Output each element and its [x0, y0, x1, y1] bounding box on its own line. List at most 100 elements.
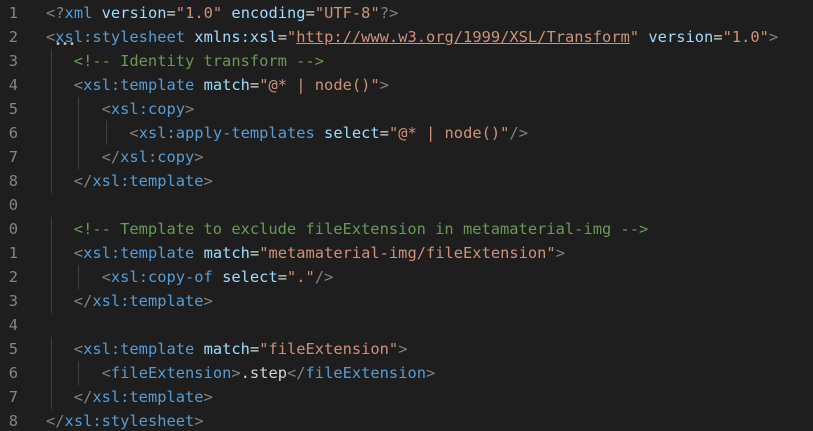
code-line[interactable]: 0 <!-- Template to exclude fileExtension …	[0, 217, 813, 241]
token-punct: >	[768, 27, 779, 46]
token-str: "@* | node()"	[259, 75, 380, 94]
token-eq: =	[166, 3, 176, 22]
token-punct: <	[73, 243, 84, 262]
token-tag: xsl:stylesheet	[64, 411, 195, 430]
line-number: 7	[8, 147, 18, 166]
token-punct: />	[509, 123, 528, 142]
token-punct: >	[194, 147, 204, 166]
token-punct: <	[101, 267, 111, 286]
token-punct: >	[203, 387, 213, 406]
code-text: <?xml version="1.0" encoding="UTF-8"?>	[46, 1, 398, 25]
code-text: </xsl:template>	[74, 169, 213, 193]
token-tag: xsl:copy	[110, 99, 186, 118]
code-line[interactable]: 3 <!-- Identity transform -->	[0, 49, 813, 73]
token-eq: =	[249, 243, 260, 262]
line-number: 6	[8, 363, 18, 382]
token-eq: =	[249, 75, 260, 94]
token-str: "1.0"	[175, 3, 223, 22]
code-text: </xsl:template>	[74, 385, 213, 409]
folded-ellipsis-icon[interactable]: •••	[55, 40, 76, 50]
token-punct: >	[194, 411, 204, 430]
code-text: <fileExtension>.step</fileExtension>	[102, 361, 436, 385]
line-number: 4	[8, 315, 18, 334]
token-punct: </	[46, 411, 65, 430]
token-attr: xmlns:xsl	[194, 27, 278, 46]
token-punct: ?>	[379, 3, 399, 22]
code-line[interactable]: 1 <xsl:template match="metamaterial-img/f…	[0, 241, 813, 265]
line-number: 2	[8, 27, 18, 46]
token-str: "metamaterial-img/fileExtension"	[259, 243, 556, 262]
code-line[interactable]: 5 <xsl:template match="fileExtension">	[0, 337, 813, 361]
code-text: <xsl:template match="@* | node()">	[74, 73, 389, 97]
token-punct: >	[231, 363, 241, 382]
line-number: 7	[8, 387, 18, 406]
token-punct: <	[73, 339, 84, 358]
token-punct: </	[73, 387, 93, 406]
token-str: "."	[287, 267, 315, 286]
token-punct: <	[101, 99, 111, 118]
code-line[interactable]: 2 <xsl:copy-of select="."/>	[0, 265, 813, 289]
line-number: 1	[8, 243, 18, 262]
code-line[interactable]: 7 </xsl:template>	[0, 385, 813, 409]
code-text: </xsl:template>	[74, 289, 213, 313]
token-link[interactable]: http://www.w3.org/1999/XSL/Transform	[296, 28, 630, 46]
line-number: 3	[8, 291, 18, 310]
token-punct: />	[314, 267, 334, 286]
code-text: </xsl:stylesheet>	[46, 409, 204, 431]
token-eq: =	[277, 27, 287, 46]
token-tag: xsl:template	[92, 291, 204, 310]
token-punct: >	[185, 99, 195, 118]
code-line[interactable]: 4 <xsl:template match="@* | node()">	[0, 73, 813, 97]
token-str: "	[286, 27, 297, 46]
code-line[interactable]: 3 </xsl:template>	[0, 289, 813, 313]
code-line[interactable]: 6 <fileExtension>.step</fileExtension>	[0, 361, 813, 385]
token-tag: xsl:template	[83, 75, 195, 94]
token-eq: =	[713, 27, 723, 46]
code-line[interactable]: 2 <xsl:stylesheet xmlns:xsl="http://www.w…	[0, 25, 813, 49]
code-line[interactable]: 6 <xsl:apply-templates select="@* | node(…	[0, 121, 813, 145]
token-str: "	[629, 27, 640, 46]
line-number: 0	[8, 219, 18, 238]
line-number: 2	[8, 267, 18, 286]
token-tag: xsl:template	[83, 243, 195, 262]
code-line[interactable]: 8 </xsl:stylesheet>	[0, 409, 813, 431]
line-number: 1	[8, 3, 18, 22]
token-eq: =	[277, 267, 287, 286]
token-punct: >	[203, 291, 213, 310]
token-tag: xsl:template	[83, 339, 195, 358]
code-line[interactable]: 8 </xsl:template>	[0, 169, 813, 193]
token-punct: </	[73, 291, 93, 310]
token-text: .step	[240, 363, 287, 382]
token-str: "@* | node()"	[388, 123, 510, 142]
code-line[interactable]: 0	[0, 193, 813, 217]
token-punct: >	[426, 363, 436, 382]
code-text: </xsl:copy>	[102, 145, 204, 169]
token-punct: <	[101, 363, 111, 382]
token-attr: match	[203, 243, 250, 262]
token-comment: <!-- Template to exclude fileExtension i…	[73, 219, 649, 238]
code-line[interactable]: 7 </xsl:copy>	[0, 145, 813, 169]
token-str: "1.0"	[722, 27, 769, 46]
token-punct: >	[203, 171, 213, 190]
code-line[interactable]: 5 <xsl:copy>	[0, 97, 813, 121]
token-tag: xsl:apply-templates	[138, 123, 315, 142]
token-tag: xsl:template	[92, 387, 204, 406]
token-str: "fileExtension"	[259, 339, 399, 358]
code-line[interactable]: 1 <?xml version="1.0" encoding="UTF-8"?>	[0, 1, 813, 25]
line-number: 4	[8, 75, 18, 94]
token-punct: <	[129, 123, 139, 142]
code-text: <!-- Template to exclude fileExtension i…	[74, 217, 649, 241]
token-eq: =	[379, 123, 389, 142]
token-punct: <	[46, 27, 56, 46]
code-editor[interactable]: 1 <?xml version="1.0" encoding="UTF-8"?> 2…	[0, 0, 813, 431]
line-number: 8	[8, 171, 18, 190]
token-tag: fileExtension	[110, 363, 232, 382]
token-punct: >	[398, 339, 408, 358]
code-line[interactable]: 4	[0, 313, 813, 337]
